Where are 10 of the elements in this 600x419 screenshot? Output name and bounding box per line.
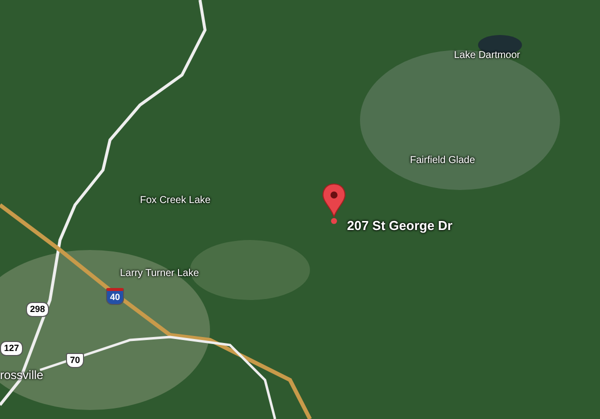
place-label: Larry Turner Lake — [120, 268, 199, 279]
place-label: Lake Dartmoor — [454, 50, 520, 61]
state-route-shield: 298 — [26, 302, 50, 317]
interstate-route-shield: 40 — [106, 288, 124, 305]
us-route-shield: 70 — [66, 353, 84, 368]
place-label: Fox Creek Lake — [140, 195, 211, 206]
place-label: Fairfield Glade — [410, 155, 476, 166]
address-label: 207 St George Dr — [347, 218, 452, 233]
map-pin-icon[interactable] — [322, 183, 346, 225]
state-route-shield: 127 — [0, 341, 24, 356]
